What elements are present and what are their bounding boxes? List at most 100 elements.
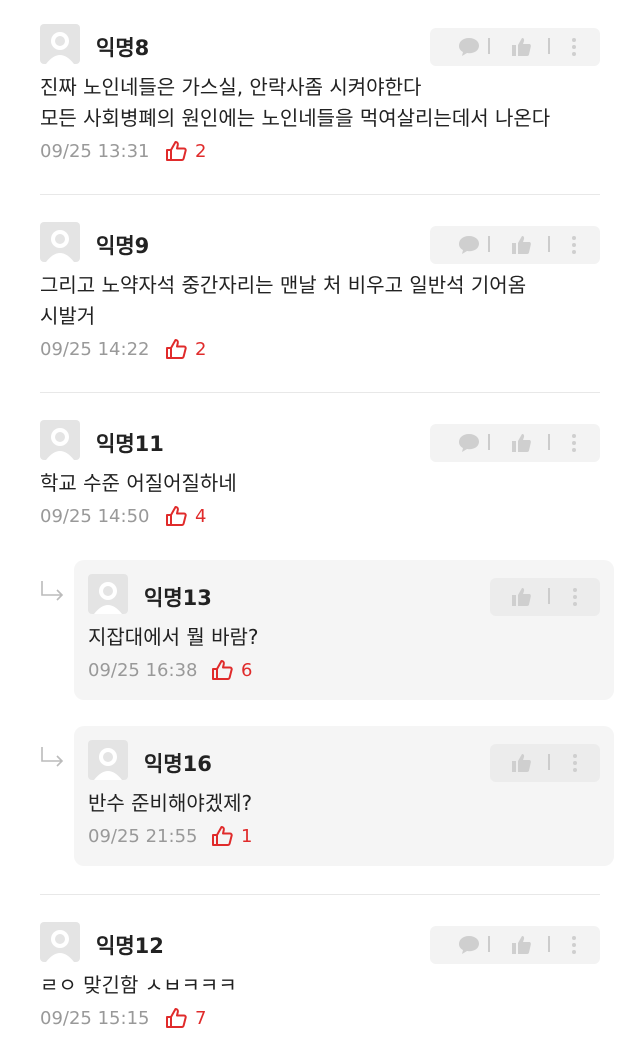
vertical-dots-icon[interactable] [572,753,578,773]
comment-timestamp: 09/25 21:55 [88,826,198,847]
like-count: 1 [241,826,253,847]
comment-nickname: 익명8 [96,36,150,60]
thumbs-up-icon[interactable] [510,752,532,774]
comment-meta: 09/25 14:22 2 [40,336,600,364]
default-avatar-icon [46,930,74,962]
avatar[interactable] [88,740,128,780]
thumbs-up-outline-icon [166,339,187,359]
comment-timestamp: 09/25 13:31 [40,141,150,162]
like-count: 6 [241,660,253,681]
reply-arrow-icon [41,747,64,767]
like-count: 4 [195,506,207,527]
comment-nickname: 익명12 [96,934,164,958]
comment-header: 익명11 [40,420,600,462]
comment-meta: 09/25 13:31 2 [40,138,600,166]
comment-item: 익명8 진짜 노인네들은 가스실, 안락사좀 시켜야한다 모든 사회병폐의 원인… [40,24,600,166]
comment-timestamp: 09/25 14:50 [40,506,150,527]
avatar[interactable] [40,420,80,460]
comment-header: 익명8 [40,24,600,66]
avatar[interactable] [40,24,80,64]
speech-bubble-icon[interactable] [458,235,480,255]
comment-timestamp: 09/25 14:22 [40,339,150,360]
like-count: 2 [195,141,207,162]
comment-nickname: 익명9 [96,234,150,258]
divider [548,236,550,252]
reply-card: 익명16 반수 준비해야겠제? 09/25 21:55 1 [74,726,614,866]
comment-text-line: 모든 사회병폐의 원인에는 노인네들을 먹여살리는데서 나온다 [40,106,551,130]
comment-text-line: 진짜 노인네들은 가스실, 안락사좀 시켜야한다 [40,75,422,99]
comment-actions [430,226,600,264]
comment-text-line: 학교 수준 어질어질하네 [40,471,237,495]
divider [548,38,550,54]
comment-actions [490,578,600,616]
default-avatar-icon [46,230,74,262]
divider [548,434,550,450]
thumbs-up-icon[interactable] [510,934,532,956]
avatar[interactable] [40,222,80,262]
thumbs-up-icon[interactable] [510,234,532,256]
default-avatar-icon [94,748,122,780]
divider [488,236,490,252]
default-avatar-icon [94,582,122,614]
default-avatar-icon [46,428,74,460]
avatar[interactable] [40,922,80,962]
divider [488,38,490,54]
comment-header: 익명9 [40,222,600,264]
comment-header: 익명16 [88,740,600,782]
comment-text: 지잡대에서 뭘 바람? [88,625,259,649]
vertical-dots-icon[interactable] [572,587,578,607]
thumbs-up-outline-icon [166,141,187,161]
comment-text: 진짜 노인네들은 가스실, 안락사좀 시켜야한다 모든 사회병폐의 원인에는 노… [40,72,600,134]
comment-timestamp: 09/25 15:15 [40,1008,150,1029]
comment-actions [490,744,600,782]
thumbs-up-icon[interactable] [510,432,532,454]
comment-item: 익명9 그리고 노약자석 중간자리는 맨날 처 비우고 일반석 기어옴 시발거 … [40,222,600,364]
divider [40,392,600,393]
comment-timestamp: 09/25 16:38 [88,660,198,681]
comment-meta: 09/25 15:15 7 [40,1005,600,1033]
thumbs-up-outline-icon [166,1008,187,1028]
comment-meta: 09/25 16:38 6 [88,657,600,685]
speech-bubble-icon[interactable] [458,37,480,57]
comment-actions [430,926,600,964]
thumbs-up-outline-icon [166,506,187,526]
thumbs-up-outline-icon [212,826,233,846]
comment-meta: 09/25 21:55 1 [88,823,600,851]
thumbs-up-icon[interactable] [510,586,532,608]
avatar[interactable] [88,574,128,614]
thumbs-up-icon[interactable] [510,36,532,58]
comment-nickname: 익명11 [96,432,164,456]
reply-card: 익명13 지잡대에서 뭘 바람? 09/25 16:38 6 [74,560,614,700]
comment-text: 그리고 노약자석 중간자리는 맨날 처 비우고 일반석 기어옴 시발거 [40,270,600,332]
comment-actions [430,28,600,66]
vertical-dots-icon[interactable] [571,37,577,57]
comment-text-line: ㄹㅇ 맞긴함 ㅅㅂㅋㅋㅋ [40,973,237,997]
divider [40,894,600,895]
divider [548,754,550,770]
comment-text: 반수 준비해야겠제? [88,791,253,815]
divider [488,936,490,952]
reply-arrow-icon [41,581,64,601]
comment-meta: 09/25 14:50 4 [40,503,600,531]
like-count: 2 [195,339,207,360]
like-count: 7 [195,1008,207,1029]
comment-header: 익명12 [40,922,600,964]
comment-header: 익명13 [88,574,600,616]
divider [548,588,550,604]
divider [488,434,490,450]
vertical-dots-icon[interactable] [571,235,577,255]
speech-bubble-icon[interactable] [458,433,480,453]
vertical-dots-icon[interactable] [571,935,577,955]
comment-item: 익명12 ㄹㅇ 맞긴함 ㅅㅂㅋㅋㅋ 09/25 15:15 7 [40,922,600,1033]
comment-item: 익명11 학교 수준 어질어질하네 09/25 14:50 4 [40,420,600,531]
comment-actions [430,424,600,462]
comment-nickname: 익명13 [144,586,212,610]
comment-text-line: 그리고 노약자석 중간자리는 맨날 처 비우고 일반석 기어옴 [40,273,527,297]
comment-nickname: 익명16 [144,752,212,776]
divider [40,194,600,195]
speech-bubble-icon[interactable] [458,935,480,955]
vertical-dots-icon[interactable] [571,433,577,453]
default-avatar-icon [46,32,74,64]
comment-text-line: 시발거 [40,304,96,328]
thumbs-up-outline-icon [212,660,233,680]
